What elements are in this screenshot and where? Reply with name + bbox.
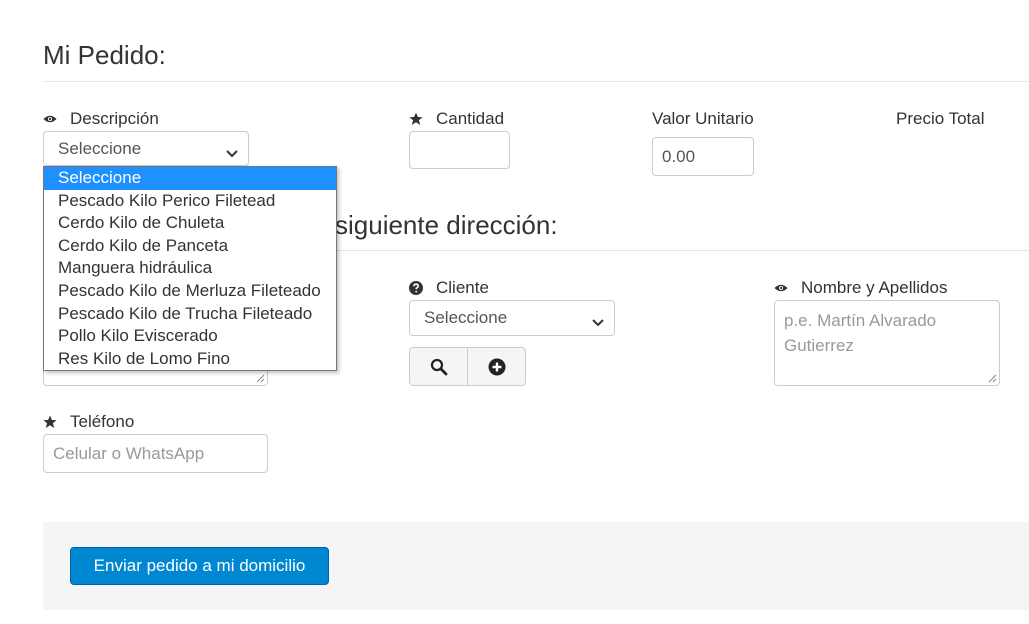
dropdown-option[interactable]: Pescado Kilo de Trucha Fileteado [44, 303, 336, 326]
cantidad-label: Cantidad [409, 109, 504, 129]
search-client-button[interactable] [409, 347, 468, 386]
star-icon [409, 112, 423, 126]
cliente-actions [409, 347, 526, 386]
delivery-heading: siguiente dirección: [335, 210, 558, 240]
precio-total-label: Precio Total [896, 109, 985, 129]
descripcion-selected-value: Seleccione [58, 138, 142, 158]
descripcion-label-text: Descripción [70, 109, 159, 128]
telefono-label: Teléfono [43, 412, 134, 432]
precio-total-label-text: Precio Total [896, 109, 985, 128]
descripcion-select[interactable]: Seleccione [43, 131, 249, 166]
question-circle-icon [409, 281, 423, 295]
resize-handle-icon[interactable] [255, 373, 265, 383]
cliente-label-text: Cliente [436, 278, 489, 297]
valor-unitario-value: 0.00 [662, 146, 696, 166]
cliente-label: Cliente [409, 278, 489, 298]
eye-icon [774, 281, 788, 295]
cantidad-input[interactable] [409, 131, 510, 169]
cliente-select[interactable]: Seleccione [409, 300, 615, 336]
cantidad-label-text: Cantidad [436, 109, 505, 128]
plus-circle-icon [488, 358, 505, 375]
eye-icon [43, 112, 57, 126]
telefono-placeholder: Celular o WhatsApp [53, 443, 205, 463]
search-icon [430, 358, 447, 375]
nombre-label: Nombre y Apellidos [774, 278, 947, 298]
telefono-label-text: Teléfono [70, 412, 135, 431]
dropdown-option[interactable]: Seleccione [44, 167, 336, 190]
dropdown-option[interactable]: Res Kilo de Lomo Fino [44, 348, 336, 371]
dropdown-option[interactable]: Manguera hidráulica [44, 257, 336, 280]
valor-unitario-input[interactable]: 0.00 [652, 137, 754, 176]
chevron-down-icon [592, 313, 604, 327]
dropdown-option[interactable]: Cerdo Kilo de Panceta [44, 235, 336, 258]
dropdown-option[interactable]: Pescado Kilo Perico Filetead [44, 190, 336, 213]
dropdown-option[interactable]: Pollo Kilo Eviscerado [44, 325, 336, 348]
dropdown-option[interactable]: Cerdo Kilo de Chuleta [44, 212, 336, 235]
resize-handle-icon[interactable] [987, 373, 997, 383]
descripcion-label: Descripción [43, 109, 159, 129]
nombre-placeholder: p.e. Martín Alvarado Gutierrez [784, 311, 937, 355]
chevron-down-icon [226, 144, 238, 157]
valor-unitario-label: Valor Unitario [652, 109, 754, 129]
cliente-selected-value: Seleccione [424, 308, 508, 327]
dropdown-option[interactable]: Pescado Kilo de Merluza Fileteado [44, 280, 336, 303]
order-heading: Mi Pedido: [43, 40, 166, 70]
order-divider [43, 81, 1029, 82]
nombre-label-text: Nombre y Apellidos [801, 278, 948, 297]
submit-order-button[interactable]: Enviar pedido a mi domicilio [70, 547, 329, 585]
add-client-button[interactable] [468, 347, 526, 386]
nombre-textarea[interactable]: p.e. Martín Alvarado Gutierrez [774, 300, 1000, 386]
telefono-input[interactable]: Celular o WhatsApp [43, 434, 268, 473]
valor-unitario-label-text: Valor Unitario [652, 109, 754, 128]
descripcion-dropdown-list[interactable]: Seleccione Pescado Kilo Perico Filetead … [43, 166, 337, 371]
star-icon [43, 415, 57, 429]
